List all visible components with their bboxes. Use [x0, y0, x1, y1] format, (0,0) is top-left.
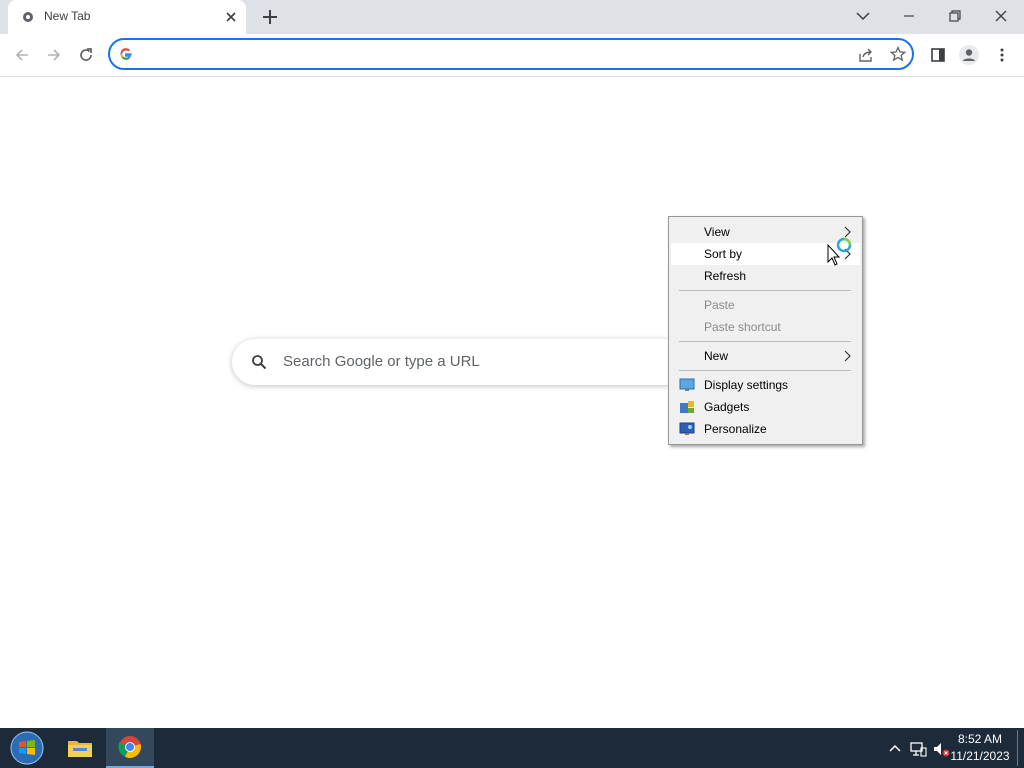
menu-separator: [679, 370, 851, 371]
taskbar-clock[interactable]: 8:52 AM 11/21/2023: [944, 731, 1016, 765]
file-explorer-icon: [68, 741, 92, 757]
address-bar[interactable]: [108, 38, 914, 70]
display-settings-icon: [679, 378, 695, 391]
side-panel-button[interactable]: [925, 42, 951, 68]
busy-cursor-icon: [827, 237, 852, 266]
show-desktop-button[interactable]: [1017, 730, 1018, 766]
avatar-icon: [959, 45, 979, 65]
network-icon[interactable]: [909, 740, 927, 758]
forward-button[interactable]: [41, 42, 67, 68]
new-tab-button[interactable]: [258, 5, 282, 29]
menu-item-new[interactable]: New: [671, 345, 860, 367]
side-panel-icon: [931, 48, 945, 62]
menu-separator: [679, 341, 851, 342]
gadgets-icon: [680, 401, 694, 413]
arrow-left-icon: [15, 49, 28, 61]
share-icon[interactable]: [858, 47, 874, 63]
ntp-search-box[interactable]: Search Google or type a URL: [232, 339, 692, 385]
close-window-button[interactable]: [978, 0, 1024, 32]
submenu-arrow-icon: [844, 350, 851, 362]
chevron-down-icon: [856, 12, 870, 21]
back-button[interactable]: [9, 42, 35, 68]
clock-time: 8:52 AM: [957, 732, 1003, 746]
minimize-button[interactable]: [886, 0, 932, 32]
chrome-icon: [118, 736, 141, 758]
minimize-icon: [904, 15, 914, 17]
reload-icon: [80, 48, 92, 61]
close-icon: [995, 10, 1007, 22]
arrow-right-icon: [48, 49, 61, 61]
close-tab-icon[interactable]: [222, 8, 240, 26]
taskbar-chrome[interactable]: [106, 728, 154, 768]
show-hidden-icons-icon[interactable]: [886, 740, 904, 758]
clock-date: 11/21/2023: [950, 749, 1010, 763]
new-tab-favicon-icon: [23, 12, 33, 22]
bookmark-star-icon[interactable]: [890, 46, 906, 62]
profile-button[interactable]: [956, 42, 982, 68]
tab-search-button[interactable]: [840, 0, 886, 32]
menu-separator: [679, 290, 851, 291]
ntp-search-placeholder: Search Google or type a URL: [283, 353, 480, 370]
address-input[interactable]: [144, 45, 848, 65]
restore-icon: [949, 10, 961, 22]
kebab-menu-icon: [1000, 48, 1004, 62]
menu-item-paste-shortcut[interactable]: Paste shortcut: [671, 316, 860, 338]
google-g-icon: [120, 48, 132, 60]
taskbar-file-explorer[interactable]: [56, 728, 104, 768]
tab-new-tab[interactable]: New Tab: [8, 0, 246, 34]
personalize-icon: [679, 422, 695, 435]
menu-button[interactable]: [989, 42, 1015, 68]
tab-title: New Tab: [44, 9, 91, 23]
menu-item-display-settings[interactable]: Display settings: [671, 374, 860, 396]
restore-button[interactable]: [932, 0, 978, 32]
search-icon: [252, 355, 267, 370]
menu-item-paste[interactable]: Paste: [671, 294, 860, 316]
start-button[interactable]: [8, 730, 46, 766]
reload-button[interactable]: [73, 42, 99, 68]
menu-item-refresh[interactable]: Refresh: [671, 265, 860, 287]
menu-item-gadgets[interactable]: Gadgets: [671, 396, 860, 418]
menu-item-personalize[interactable]: Personalize: [671, 418, 860, 440]
